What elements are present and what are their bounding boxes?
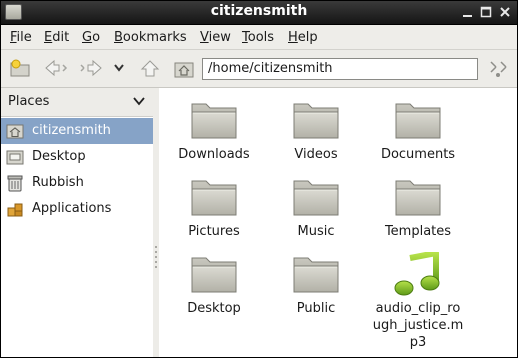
file-item-documents[interactable]: Documents	[366, 98, 470, 163]
desktop-icon	[6, 150, 24, 165]
title-bar[interactable]: citizensmith	[1, 1, 517, 25]
sidebar-item-rubbish[interactable]: Rubbish	[1, 170, 153, 196]
location-toggle-icon[interactable]	[487, 59, 509, 79]
toolbar: /home/citizensmith	[1, 50, 517, 88]
file-item-desktop[interactable]: Desktop	[162, 252, 266, 317]
history-dropdown-chevron-icon[interactable]	[113, 63, 125, 73]
home-icon[interactable]	[174, 60, 194, 78]
file-item-downloads[interactable]: Downloads	[162, 98, 266, 163]
minimize-icon[interactable]	[461, 5, 475, 19]
location-path: /home/citizensmith	[208, 61, 333, 76]
places-sidebar: Places citizensmith Desktop Rubbish Appl…	[1, 88, 154, 357]
forward-icon[interactable]	[78, 59, 104, 77]
file-item-audio-clip[interactable]: audio_clip_rough_justice.mp3	[366, 252, 470, 351]
menu-bar: File Edit Go Bookmarks View Tools Help	[1, 25, 517, 50]
trash-icon	[7, 175, 23, 192]
folder-icon	[190, 252, 238, 296]
file-item-music[interactable]: Music	[264, 175, 368, 240]
file-manager-window: citizensmith File Edit Go Bookmarks View…	[1, 1, 517, 357]
menu-edit[interactable]: Edit	[44, 30, 69, 45]
new-folder-icon[interactable]	[9, 58, 31, 78]
applications-icon	[7, 203, 23, 217]
folder-icon	[190, 98, 238, 142]
sidebar-item-applications[interactable]: Applications	[1, 196, 153, 222]
sidebar-item-citizensmith[interactable]: citizensmith	[1, 118, 153, 144]
folder-icon	[292, 98, 340, 142]
menu-bookmarks[interactable]: Bookmarks	[114, 30, 187, 45]
location-input[interactable]: /home/citizensmith	[202, 58, 478, 80]
folder-icon	[394, 98, 442, 142]
menu-help[interactable]: Help	[288, 30, 318, 45]
back-icon[interactable]	[43, 59, 69, 77]
folder-icon	[190, 175, 238, 219]
close-icon[interactable]	[498, 5, 512, 19]
folder-icon	[292, 252, 340, 296]
window-title: citizensmith	[210, 3, 308, 19]
places-header[interactable]: Places	[1, 88, 153, 117]
maximize-icon[interactable]	[479, 5, 493, 19]
menu-file[interactable]: File	[10, 30, 32, 45]
sidebar-item-desktop[interactable]: Desktop	[1, 144, 153, 170]
menu-go[interactable]: Go	[82, 30, 100, 45]
places-header-label: Places	[8, 94, 50, 109]
folder-icon	[394, 175, 442, 219]
chevron-down-icon[interactable]	[133, 97, 145, 106]
file-item-public[interactable]: Public	[264, 252, 368, 317]
home-folder-icon	[6, 124, 24, 139]
up-icon[interactable]	[139, 58, 161, 80]
menu-tools[interactable]: Tools	[242, 30, 274, 45]
file-item-videos[interactable]: Videos	[264, 98, 368, 163]
file-item-templates[interactable]: Templates	[366, 175, 470, 240]
music-note-icon	[394, 252, 442, 296]
file-item-pictures[interactable]: Pictures	[162, 175, 266, 240]
folder-icon	[292, 175, 340, 219]
menu-view[interactable]: View	[200, 30, 231, 45]
file-icon-view: Downloads Videos Documents Pictures Musi…	[159, 88, 517, 357]
